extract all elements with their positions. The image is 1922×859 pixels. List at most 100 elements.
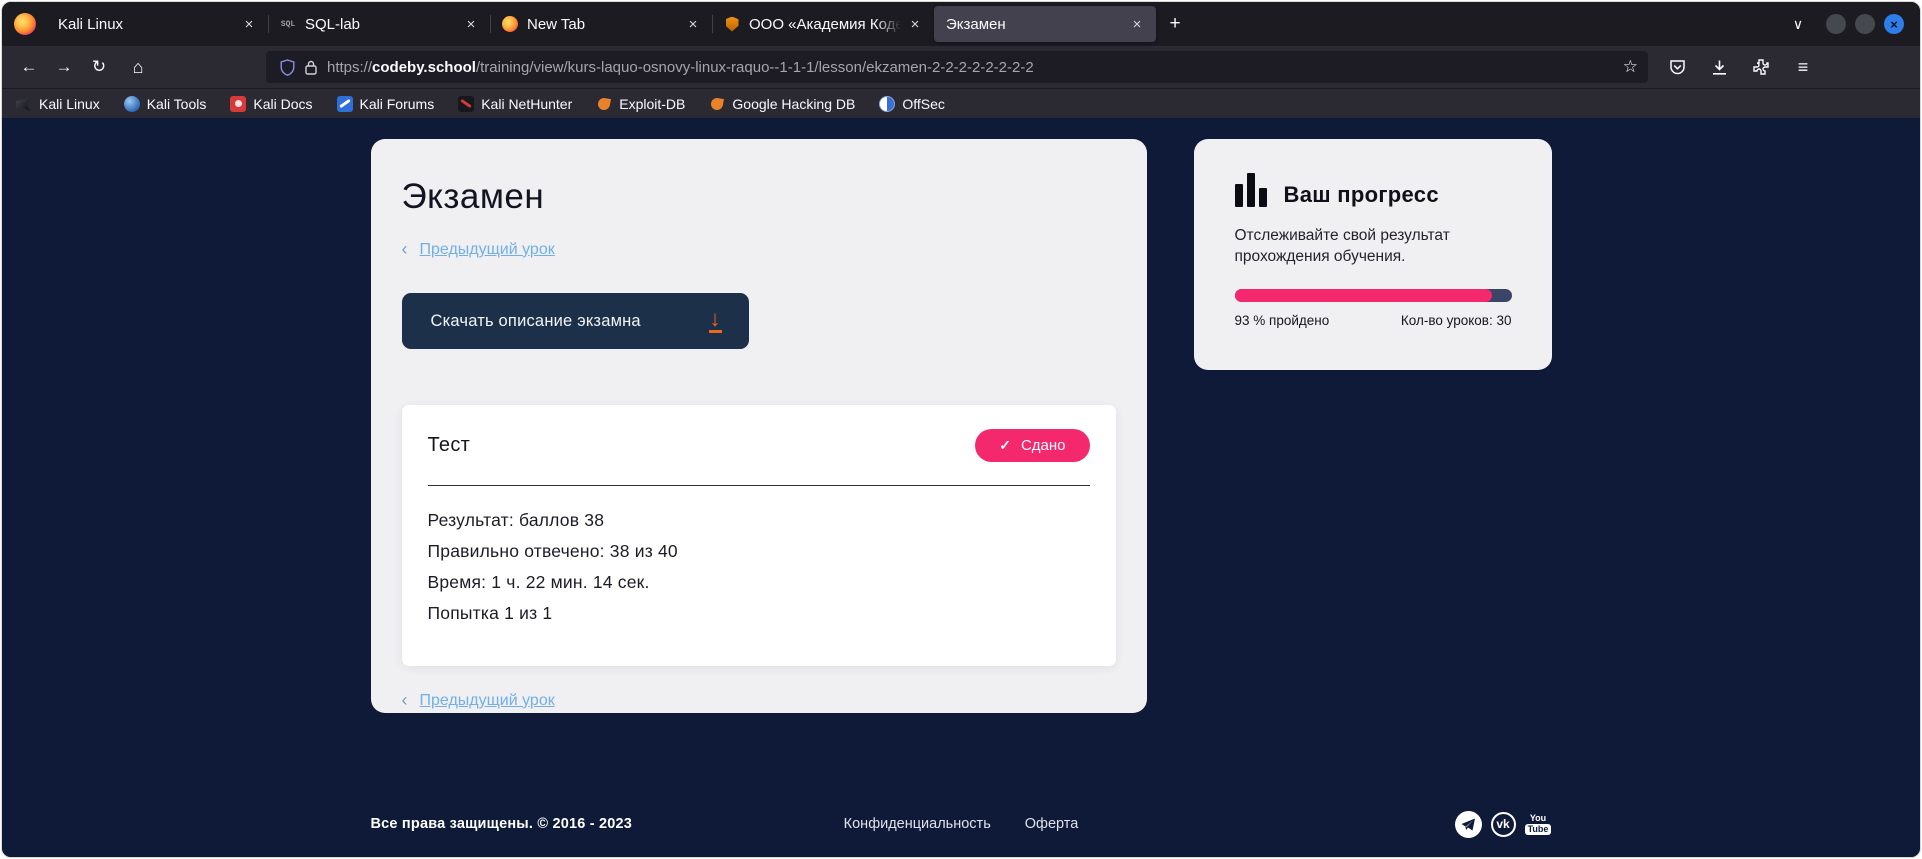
tab-close-icon[interactable]: × bbox=[682, 13, 704, 35]
tracking-shield-icon[interactable] bbox=[280, 59, 295, 76]
divider bbox=[428, 485, 1090, 486]
tab-new-tab[interactable]: New Tab × bbox=[490, 6, 712, 42]
check-icon: ✓ bbox=[999, 437, 1011, 454]
new-tab-button[interactable]: + bbox=[1160, 9, 1190, 39]
page-title: Экзамен bbox=[402, 177, 1116, 217]
progress-lessons-label: Кол-во уроков: 30 bbox=[1401, 313, 1512, 328]
bookmark-kali-nethunter[interactable]: Kali NetHunter bbox=[458, 96, 572, 112]
telegram-icon[interactable] bbox=[1455, 811, 1482, 838]
chevron-left-icon: ‹ bbox=[402, 690, 408, 711]
bookmark-kali-docs[interactable]: Kali Docs bbox=[230, 96, 312, 112]
tab-close-icon[interactable]: × bbox=[238, 13, 260, 35]
bookmark-label: Exploit-DB bbox=[619, 96, 685, 112]
bookmark-label: Kali Tools bbox=[147, 96, 207, 112]
menu-hamburger-icon[interactable]: ≡ bbox=[1792, 56, 1814, 78]
close-button[interactable]: × bbox=[1884, 14, 1904, 34]
previous-lesson-link-top[interactable]: ‹ Предыдущий урок bbox=[402, 239, 1116, 260]
kali-nethunter-icon bbox=[458, 96, 474, 112]
tab-sql-lab[interactable]: SQL SQL-lab × bbox=[268, 6, 490, 42]
youtube-text-bottom: Tube bbox=[1525, 824, 1552, 835]
offsec-icon bbox=[879, 96, 895, 112]
tab-close-icon[interactable]: × bbox=[460, 13, 482, 35]
navigation-toolbar: ← → ↻ ⌂ https://codeby.school/training/v… bbox=[2, 46, 1920, 88]
tab-exam-active[interactable]: Экзамен × bbox=[934, 6, 1156, 42]
bookmark-label: OffSec bbox=[902, 96, 945, 112]
url-scheme: https:// bbox=[327, 59, 372, 76]
bookmark-label: Kali NetHunter bbox=[481, 96, 572, 112]
bar-chart-icon bbox=[1235, 173, 1267, 207]
tab-kali-linux[interactable]: Kali Linux × bbox=[46, 6, 268, 42]
bookmark-exploit-db[interactable]: Exploit-DB bbox=[596, 96, 685, 112]
progress-description: Отслеживайте свой результат прохождения … bbox=[1235, 225, 1475, 267]
download-arrow-icon: ↓ bbox=[709, 309, 722, 333]
lock-icon[interactable] bbox=[305, 60, 317, 75]
codeby-shield-favicon bbox=[724, 16, 740, 32]
result-attempt: Попытка 1 из 1 bbox=[428, 605, 1090, 622]
firefox-icon bbox=[14, 13, 36, 35]
previous-lesson-label[interactable]: Предыдущий урок bbox=[420, 241, 555, 259]
passed-badge: ✓ Сдано bbox=[975, 429, 1089, 462]
firefox-favicon bbox=[502, 16, 518, 32]
tab-close-icon[interactable]: × bbox=[1126, 13, 1148, 35]
progress-fill bbox=[1235, 289, 1493, 302]
bookmark-label: Kali Linux bbox=[39, 96, 100, 112]
reload-icon[interactable]: ↻ bbox=[84, 52, 114, 82]
tab-title: ООО «Академия Кодеба bbox=[749, 16, 904, 33]
previous-lesson-link-bottom[interactable]: ‹ Предыдущий урок bbox=[402, 690, 1116, 711]
test-title: Тест bbox=[428, 434, 471, 457]
back-icon[interactable]: ← bbox=[14, 52, 44, 82]
minimize-button[interactable] bbox=[1826, 14, 1846, 34]
progress-card: Ваш прогресс Отслеживайте свой результат… bbox=[1194, 139, 1552, 370]
bookmark-kali-forums[interactable]: Kali Forums bbox=[337, 96, 435, 112]
offer-link[interactable]: Оферта bbox=[1025, 816, 1079, 832]
url-text: https://codeby.school/training/view/kurs… bbox=[327, 59, 1615, 76]
download-button-label: Скачать описание экзамна bbox=[431, 312, 641, 331]
extensions-puzzle-icon[interactable] bbox=[1750, 56, 1772, 78]
kali-forums-icon bbox=[337, 96, 353, 112]
tab-title: SQL-lab bbox=[305, 16, 460, 33]
pocket-icon[interactable] bbox=[1666, 56, 1688, 78]
sql-favicon: SQL bbox=[280, 16, 296, 32]
bookmark-kali-linux[interactable]: Kali Linux bbox=[16, 96, 100, 112]
toolbar-right-icons: ≡ bbox=[1666, 56, 1814, 78]
progress-bar bbox=[1235, 289, 1512, 302]
previous-lesson-label[interactable]: Предыдущий урок bbox=[420, 692, 555, 710]
bookmark-star-icon[interactable]: ☆ bbox=[1623, 57, 1638, 77]
bookmark-kali-tools[interactable]: Kali Tools bbox=[124, 96, 207, 112]
list-all-tabs-icon[interactable]: ∨ bbox=[1784, 16, 1812, 33]
maximize-button[interactable] bbox=[1855, 14, 1875, 34]
kali-dragon-icon bbox=[16, 96, 32, 112]
tab-bar: Kali Linux × SQL SQL-lab × New Tab × ООО… bbox=[2, 2, 1920, 46]
exploit-db-bird-icon bbox=[596, 96, 612, 112]
social-icons: vk You Tube bbox=[1455, 811, 1552, 838]
vk-icon[interactable]: vk bbox=[1491, 812, 1516, 837]
bookmarks-bar: Kali Linux Kali Tools Kali Docs Kali For… bbox=[2, 88, 1920, 118]
tab-title: Экзамен bbox=[946, 16, 1126, 33]
download-exam-description-button[interactable]: Скачать описание экзамна ↓ bbox=[402, 293, 749, 349]
result-time: Время: 1 ч. 22 мин. 14 сек. bbox=[428, 574, 1090, 591]
bookmark-google-hacking-db[interactable]: Google Hacking DB bbox=[709, 96, 855, 112]
youtube-text-top: You bbox=[1530, 814, 1546, 823]
downloads-icon[interactable] bbox=[1708, 56, 1730, 78]
passed-badge-label: Сдано bbox=[1021, 437, 1066, 454]
kali-tools-icon bbox=[124, 96, 140, 112]
home-icon[interactable]: ⌂ bbox=[123, 52, 153, 82]
progress-percent-label: 93 % пройдено bbox=[1235, 313, 1330, 328]
url-path: /training/view/kurs-laquo-osnovy-linux-r… bbox=[476, 59, 1034, 76]
progress-title: Ваш прогресс bbox=[1284, 183, 1439, 207]
tab-close-icon[interactable]: × bbox=[904, 13, 926, 35]
tab-title: Kali Linux bbox=[58, 16, 238, 33]
bookmark-label: Kali Forums bbox=[360, 96, 435, 112]
google-hacking-db-bird-icon bbox=[709, 96, 725, 112]
forward-icon[interactable]: → bbox=[49, 52, 79, 82]
privacy-link[interactable]: Конфиденциальность bbox=[844, 816, 991, 832]
youtube-icon[interactable]: You Tube bbox=[1525, 811, 1552, 838]
bookmark-offsec[interactable]: OffSec bbox=[879, 96, 945, 112]
result-correct: Правильно отвечено: 38 из 40 bbox=[428, 543, 1090, 560]
tab-academy[interactable]: ООО «Академия Кодеба × bbox=[712, 6, 934, 42]
url-host: codeby.school bbox=[372, 59, 476, 76]
window-controls: × bbox=[1826, 14, 1904, 34]
url-bar[interactable]: https://codeby.school/training/view/kurs… bbox=[266, 51, 1648, 83]
tab-title: New Tab bbox=[527, 16, 682, 33]
test-result-card: Тест ✓ Сдано Результат: баллов 38 Правил… bbox=[402, 405, 1116, 666]
